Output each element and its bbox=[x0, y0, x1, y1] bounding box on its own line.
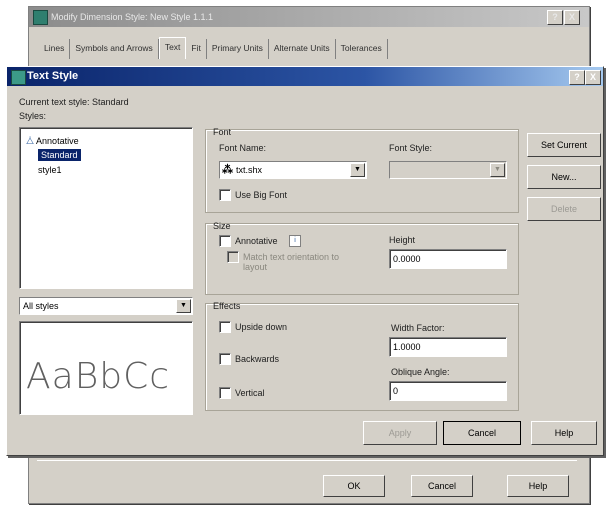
styles-list[interactable]: ⧊ Annotative Standard style1 bbox=[19, 127, 193, 289]
font-group-label: Font bbox=[213, 127, 232, 137]
background-help-button[interactable]: ? bbox=[547, 10, 563, 25]
font-name-value: txt.shx bbox=[236, 165, 263, 175]
list-item[interactable]: style1 bbox=[38, 165, 62, 175]
upside-down-label: Upside down bbox=[235, 322, 288, 332]
title-bar: Text Style ? X bbox=[7, 67, 603, 86]
upside-down-checkbox[interactable] bbox=[219, 321, 231, 333]
tab-primary-units[interactable]: Primary Units bbox=[207, 39, 269, 59]
style-annotative: Annotative bbox=[36, 136, 79, 146]
match-orientation-label: Match text orientation to layout bbox=[243, 252, 340, 272]
chevron-down-icon[interactable]: ▼ bbox=[176, 299, 191, 313]
annotative-style-icon: ⧊ bbox=[26, 136, 35, 146]
styles-label: Styles: bbox=[19, 111, 47, 121]
preview-text: AaBbCc bbox=[26, 356, 171, 397]
current-style-label: Current text style: bbox=[19, 97, 90, 107]
apply-button[interactable]: Apply bbox=[363, 421, 437, 445]
height-value: 0.0000 bbox=[393, 254, 421, 264]
background-close-button[interactable]: X bbox=[564, 10, 580, 25]
oblique-angle-label: Oblique Angle: bbox=[391, 367, 450, 377]
vertical-label: Vertical bbox=[235, 388, 265, 398]
styles-filter-value: All styles bbox=[23, 301, 59, 311]
list-item[interactable]: ⧊ Annotative bbox=[26, 136, 79, 147]
ok-button[interactable]: OK bbox=[323, 475, 385, 497]
chevron-down-icon[interactable]: ▼ bbox=[350, 163, 365, 177]
app-icon bbox=[33, 10, 48, 25]
font-name-select[interactable]: ⁂ txt.shx ▼ bbox=[219, 161, 367, 179]
list-item-selected[interactable]: Standard bbox=[38, 149, 81, 161]
annotative-label: Annotative bbox=[235, 236, 278, 246]
oblique-angle-input[interactable]: 0 bbox=[389, 381, 507, 401]
tab-text[interactable]: Text bbox=[158, 37, 187, 59]
background-title-bar: Modify Dimension Style: New Style 1.1.1 … bbox=[29, 7, 589, 27]
tab-lines[interactable]: Lines bbox=[39, 39, 71, 59]
background-dialog-title: Modify Dimension Style: New Style 1.1.1 bbox=[51, 12, 214, 22]
chevron-down-icon[interactable]: ▼ bbox=[490, 163, 505, 177]
current-style-line: Current text style: Standard bbox=[19, 97, 129, 107]
text-style-icon bbox=[11, 70, 26, 85]
divider bbox=[37, 457, 577, 461]
background-help-action-button[interactable]: Help bbox=[507, 475, 569, 497]
tab-fit[interactable]: Fit bbox=[186, 39, 207, 59]
backwards-checkbox[interactable] bbox=[219, 353, 231, 365]
vertical-checkbox[interactable] bbox=[219, 387, 231, 399]
height-input[interactable]: 0.0000 bbox=[389, 249, 507, 269]
font-name-label: Font Name: bbox=[219, 143, 267, 153]
width-factor-label: Width Factor: bbox=[391, 323, 445, 333]
shx-font-icon: ⁂ bbox=[222, 164, 233, 176]
tab-symbols-and-arrows[interactable]: Symbols and Arrows bbox=[70, 39, 159, 59]
match-orientation-checkbox[interactable] bbox=[227, 251, 239, 263]
width-factor-input[interactable]: 1.0000 bbox=[389, 337, 507, 357]
annotative-checkbox[interactable] bbox=[219, 235, 231, 247]
current-style-value: Standard bbox=[92, 97, 129, 107]
styles-filter-select[interactable]: All styles ▼ bbox=[19, 297, 193, 315]
close-icon[interactable]: X bbox=[585, 70, 601, 85]
delete-button[interactable]: Delete bbox=[527, 197, 601, 221]
use-big-font-checkbox[interactable] bbox=[219, 189, 231, 201]
background-cancel-button[interactable]: Cancel bbox=[411, 475, 473, 497]
tab-tolerances[interactable]: Tolerances bbox=[336, 39, 388, 59]
backwards-label: Backwards bbox=[235, 354, 280, 364]
set-current-button[interactable]: Set Current bbox=[527, 133, 601, 157]
cancel-button[interactable]: Cancel bbox=[443, 421, 521, 445]
oblique-angle-value: 0 bbox=[393, 386, 399, 396]
font-style-label: Font Style: bbox=[389, 143, 433, 153]
width-factor-value: 1.0000 bbox=[393, 342, 421, 352]
dialog-title: Text Style bbox=[27, 70, 79, 82]
info-icon[interactable]: i bbox=[289, 235, 301, 247]
tab-alternate-units[interactable]: Alternate Units bbox=[269, 39, 336, 59]
effects-group-label: Effects bbox=[213, 301, 241, 311]
help-button[interactable]: Help bbox=[531, 421, 597, 445]
tab-strip: Lines Symbols and Arrows Text Fit Primar… bbox=[39, 37, 388, 59]
help-icon[interactable]: ? bbox=[569, 70, 585, 85]
new-button[interactable]: New... bbox=[527, 165, 601, 189]
size-group-label: Size bbox=[213, 221, 231, 231]
use-big-font-label: Use Big Font bbox=[235, 190, 288, 200]
preview-pane: AaBbCc bbox=[19, 321, 193, 415]
height-label: Height bbox=[389, 235, 416, 245]
font-style-select[interactable]: ▼ bbox=[389, 161, 507, 179]
text-style-dialog: Text Style ? X Current text style: Stand… bbox=[6, 66, 604, 456]
